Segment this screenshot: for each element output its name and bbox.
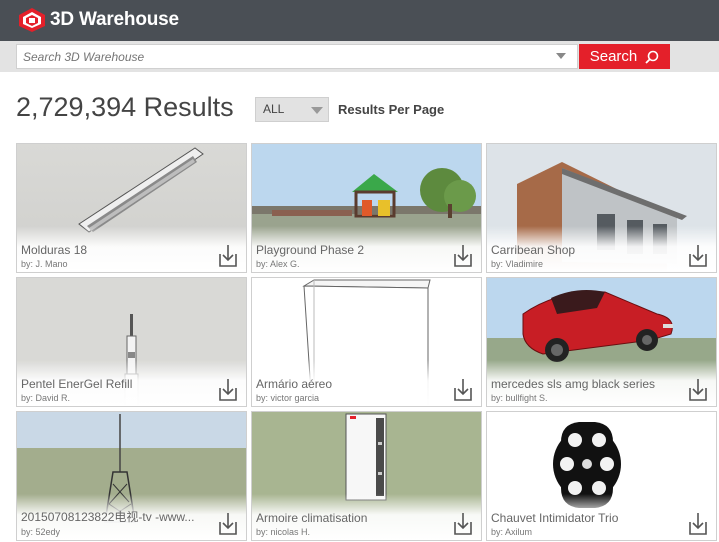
model-title[interactable]: Pentel EnerGel Refill xyxy=(21,377,211,391)
model-title[interactable]: Chauvet Intimidator Trio xyxy=(491,511,681,525)
warehouse-logo-icon xyxy=(19,8,45,32)
chevron-down-icon xyxy=(311,107,323,114)
search-button-label: Search xyxy=(589,48,638,65)
model-card[interactable]: Armoire climatisation by: nicolas H. xyxy=(251,411,482,541)
download-icon[interactable] xyxy=(451,377,475,403)
model-title[interactable]: Molduras 18 xyxy=(21,243,211,257)
download-icon[interactable] xyxy=(451,511,475,537)
model-author[interactable]: by: J. Mano xyxy=(21,259,68,269)
model-author[interactable]: by: bullfight S. xyxy=(491,393,548,403)
results-per-page-value: ALL xyxy=(263,102,285,116)
model-card[interactable]: mercedes sls amg black series by: bullfi… xyxy=(486,277,717,407)
model-card[interactable]: Pentel EnerGel Refill by: David R. xyxy=(16,277,247,407)
model-card[interactable]: Chauvet Intimidator Trio by: Axilum xyxy=(486,411,717,541)
search-input[interactable] xyxy=(16,44,578,69)
model-title[interactable]: Playground Phase 2 xyxy=(256,243,446,257)
model-author[interactable]: by: 52edy xyxy=(21,527,60,537)
download-icon[interactable] xyxy=(216,377,240,403)
search-button[interactable]: Search xyxy=(579,44,670,69)
results-per-page-select[interactable]: ALL xyxy=(255,97,329,122)
model-card[interactable]: Carribean Shop by: Vladimire xyxy=(486,143,717,273)
model-title[interactable]: Carribean Shop xyxy=(491,243,681,257)
download-icon[interactable] xyxy=(216,511,240,537)
model-title[interactable]: Armoire climatisation xyxy=(256,511,446,525)
logo[interactable]: 3D Warehouse xyxy=(18,7,179,33)
model-author[interactable]: by: Axilum xyxy=(491,527,532,537)
model-author[interactable]: by: victor garcia xyxy=(256,393,319,403)
top-bar: 3D Warehouse xyxy=(0,0,719,41)
model-author[interactable]: by: Alex G. xyxy=(256,259,300,269)
model-card[interactable]: Molduras 18 by: J. Mano xyxy=(16,143,247,273)
search-bar: Search xyxy=(0,41,719,72)
model-title[interactable]: Armário aéreo xyxy=(256,377,446,391)
download-icon[interactable] xyxy=(686,511,710,537)
logo-text: 3D Warehouse xyxy=(50,9,179,30)
model-card[interactable]: Playground Phase 2 by: Alex G. xyxy=(251,143,482,273)
download-icon[interactable] xyxy=(686,243,710,269)
results-count: 2,729,394 Results xyxy=(16,92,234,122)
model-card[interactable]: Armário aéreo by: victor garcia xyxy=(251,277,482,407)
download-icon[interactable] xyxy=(216,243,240,269)
model-author[interactable]: by: David R. xyxy=(21,393,70,403)
model-author[interactable]: by: nicolas H. xyxy=(256,527,310,537)
download-icon[interactable] xyxy=(686,377,710,403)
search-dropdown-caret-icon[interactable] xyxy=(556,53,566,59)
results-per-page-label: Results Per Page xyxy=(338,102,445,117)
model-title[interactable]: 20150708123822电视-tv -www... xyxy=(21,508,211,525)
model-card[interactable]: 20150708123822电视-tv -www... by: 52edy xyxy=(16,411,247,541)
model-author[interactable]: by: Vladimire xyxy=(491,259,543,269)
search-icon xyxy=(645,50,659,64)
model-title[interactable]: mercedes sls amg black series xyxy=(491,377,681,391)
download-icon[interactable] xyxy=(451,243,475,269)
